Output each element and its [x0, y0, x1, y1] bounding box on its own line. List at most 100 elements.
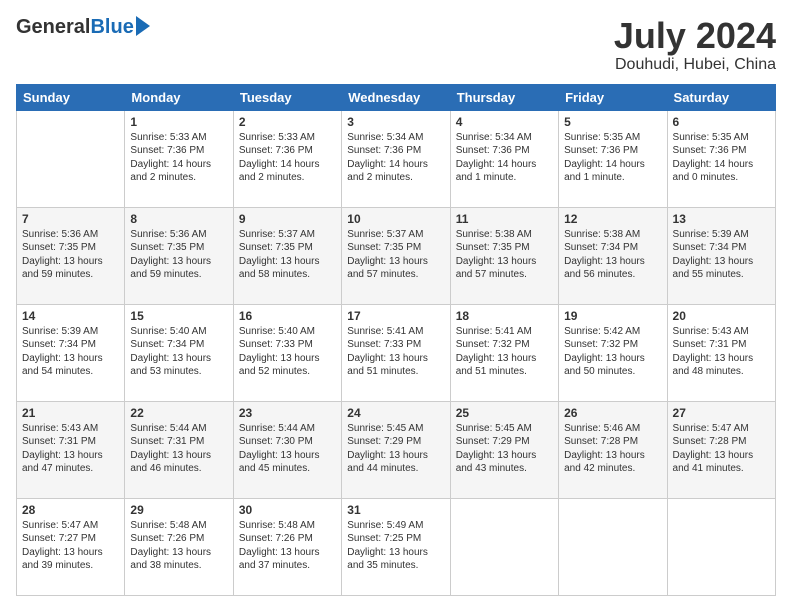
day-number: 23 — [239, 406, 336, 420]
header: General Blue July 2024 Douhudi, Hubei, C… — [16, 16, 776, 74]
day-info: Sunrise: 5:44 AM Sunset: 7:31 PM Dayligh… — [130, 422, 227, 476]
column-header-monday: Monday — [125, 84, 233, 110]
calendar-cell: 15 Sunrise: 5:40 AM Sunset: 7:34 PM Dayli… — [125, 304, 233, 401]
calendar-week-row: 14Sunrise: 5:39 AM Sunset: 7:34 PM Dayli… — [17, 304, 776, 401]
calendar-cell: 27 Sunrise: 5:47 AM Sunset: 7:28 PM Dayli… — [667, 401, 775, 498]
day-info: Sunrise: 5:40 AM Sunset: 7:34 PM Dayligh… — [130, 325, 227, 379]
day-number: 15 — [130, 309, 227, 323]
calendar-week-row: 1 Sunrise: 5:33 AM Sunset: 7:36 PM Daylig… — [17, 110, 776, 207]
calendar-cell: 2Sunrise: 5:33 AM Sunset: 7:36 PM Daylig… — [233, 110, 341, 207]
day-info: Sunrise: 5:48 AM Sunset: 7:26 PM Dayligh… — [239, 519, 336, 573]
day-number: 16 — [239, 309, 336, 323]
day-number: 3 — [347, 115, 444, 129]
calendar-week-row: 21Sunrise: 5:43 AM Sunset: 7:31 PM Dayli… — [17, 401, 776, 498]
day-number: 25 — [456, 406, 553, 420]
day-info: Sunrise: 5:47 AM Sunset: 7:27 PM Dayligh… — [22, 519, 119, 573]
column-header-thursday: Thursday — [450, 84, 558, 110]
day-info: Sunrise: 5:41 AM Sunset: 7:33 PM Dayligh… — [347, 325, 444, 379]
calendar-week-row: 28Sunrise: 5:47 AM Sunset: 7:27 PM Dayli… — [17, 498, 776, 595]
calendar-cell: 19 Sunrise: 5:42 AM Sunset: 7:32 PM Dayli… — [559, 304, 667, 401]
day-number: 27 — [673, 406, 770, 420]
day-info: Sunrise: 5:41 AM Sunset: 7:32 PM Dayligh… — [456, 325, 553, 379]
day-info: Sunrise: 5:44 AM Sunset: 7:30 PM Dayligh… — [239, 422, 336, 476]
day-info: Sunrise: 5:42 AM Sunset: 7:32 PM Dayligh… — [564, 325, 661, 379]
day-info: Sunrise: 5:36 AM Sunset: 7:35 PM Dayligh… — [130, 228, 227, 282]
day-info: Sunrise: 5:37 AM Sunset: 7:35 PM Dayligh… — [347, 228, 444, 282]
calendar-header-row: SundayMondayTuesdayWednesdayThursdayFrid… — [17, 84, 776, 110]
day-info: Sunrise: 5:45 AM Sunset: 7:29 PM Dayligh… — [347, 422, 444, 476]
day-number: 10 — [347, 212, 444, 226]
calendar-cell — [559, 498, 667, 595]
calendar-cell: 26Sunrise: 5:46 AM Sunset: 7:28 PM Dayli… — [559, 401, 667, 498]
day-info: Sunrise: 5:36 AM Sunset: 7:35 PM Dayligh… — [22, 228, 119, 282]
day-info: Sunrise: 5:39 AM Sunset: 7:34 PM Dayligh… — [22, 325, 119, 379]
day-number: 1 — [130, 115, 227, 129]
day-number: 17 — [347, 309, 444, 323]
logo-general-text: General — [16, 16, 90, 39]
calendar-cell: 9Sunrise: 5:37 AM Sunset: 7:35 PM Daylig… — [233, 207, 341, 304]
day-number: 8 — [130, 212, 227, 226]
day-info: Sunrise: 5:43 AM Sunset: 7:31 PM Dayligh… — [673, 325, 770, 379]
calendar-cell: 8 Sunrise: 5:36 AM Sunset: 7:35 PM Daylig… — [125, 207, 233, 304]
day-number: 12 — [564, 212, 661, 226]
location: Douhudi, Hubei, China — [614, 56, 776, 74]
calendar-cell: 16 Sunrise: 5:40 AM Sunset: 7:33 PM Dayli… — [233, 304, 341, 401]
calendar-cell: 5Sunrise: 5:35 AM Sunset: 7:36 PM Daylig… — [559, 110, 667, 207]
day-info: Sunrise: 5:33 AM Sunset: 7:36 PM Dayligh… — [130, 131, 227, 185]
day-number: 5 — [564, 115, 661, 129]
day-info: Sunrise: 5:43 AM Sunset: 7:31 PM Dayligh… — [22, 422, 119, 476]
day-number: 2 — [239, 115, 336, 129]
day-info: Sunrise: 5:38 AM Sunset: 7:35 PM Dayligh… — [456, 228, 553, 282]
logo-blue-text: Blue — [90, 16, 133, 39]
day-number: 22 — [130, 406, 227, 420]
calendar-cell: 21Sunrise: 5:43 AM Sunset: 7:31 PM Dayli… — [17, 401, 125, 498]
day-info: Sunrise: 5:49 AM Sunset: 7:25 PM Dayligh… — [347, 519, 444, 573]
calendar-cell: 1 Sunrise: 5:33 AM Sunset: 7:36 PM Daylig… — [125, 110, 233, 207]
day-info: Sunrise: 5:46 AM Sunset: 7:28 PM Dayligh… — [564, 422, 661, 476]
calendar-cell: 10 Sunrise: 5:37 AM Sunset: 7:35 PM Dayli… — [342, 207, 450, 304]
column-header-tuesday: Tuesday — [233, 84, 341, 110]
calendar-cell: 3 Sunrise: 5:34 AM Sunset: 7:36 PM Daylig… — [342, 110, 450, 207]
calendar-cell: 23 Sunrise: 5:44 AM Sunset: 7:30 PM Dayli… — [233, 401, 341, 498]
day-number: 4 — [456, 115, 553, 129]
day-info: Sunrise: 5:40 AM Sunset: 7:33 PM Dayligh… — [239, 325, 336, 379]
calendar-cell: 12 Sunrise: 5:38 AM Sunset: 7:34 PM Dayli… — [559, 207, 667, 304]
calendar-cell: 11 Sunrise: 5:38 AM Sunset: 7:35 PM Dayli… — [450, 207, 558, 304]
calendar-cell: 24 Sunrise: 5:45 AM Sunset: 7:29 PM Dayli… — [342, 401, 450, 498]
day-number: 19 — [564, 309, 661, 323]
calendar-cell: 6Sunrise: 5:35 AM Sunset: 7:36 PM Daylig… — [667, 110, 775, 207]
day-info: Sunrise: 5:38 AM Sunset: 7:34 PM Dayligh… — [564, 228, 661, 282]
calendar-cell: 31 Sunrise: 5:49 AM Sunset: 7:25 PM Dayli… — [342, 498, 450, 595]
calendar-cell: 14Sunrise: 5:39 AM Sunset: 7:34 PM Dayli… — [17, 304, 125, 401]
title-section: July 2024 Douhudi, Hubei, China — [614, 16, 776, 74]
day-info: Sunrise: 5:48 AM Sunset: 7:26 PM Dayligh… — [130, 519, 227, 573]
day-number: 7 — [22, 212, 119, 226]
day-number: 30 — [239, 503, 336, 517]
day-info: Sunrise: 5:34 AM Sunset: 7:36 PM Dayligh… — [456, 131, 553, 185]
day-info: Sunrise: 5:45 AM Sunset: 7:29 PM Dayligh… — [456, 422, 553, 476]
calendar-week-row: 7 Sunrise: 5:36 AM Sunset: 7:35 PM Daylig… — [17, 207, 776, 304]
logo-arrow-icon — [136, 16, 150, 36]
day-number: 31 — [347, 503, 444, 517]
day-number: 24 — [347, 406, 444, 420]
day-number: 6 — [673, 115, 770, 129]
column-header-friday: Friday — [559, 84, 667, 110]
day-info: Sunrise: 5:34 AM Sunset: 7:36 PM Dayligh… — [347, 131, 444, 185]
calendar-table: SundayMondayTuesdayWednesdayThursdayFrid… — [16, 84, 776, 596]
day-number: 11 — [456, 212, 553, 226]
calendar-cell: 25 Sunrise: 5:45 AM Sunset: 7:29 PM Dayli… — [450, 401, 558, 498]
column-header-sunday: Sunday — [17, 84, 125, 110]
day-info: Sunrise: 5:37 AM Sunset: 7:35 PM Dayligh… — [239, 228, 336, 282]
column-header-saturday: Saturday — [667, 84, 775, 110]
column-header-wednesday: Wednesday — [342, 84, 450, 110]
calendar-cell: 20Sunrise: 5:43 AM Sunset: 7:31 PM Dayli… — [667, 304, 775, 401]
day-number: 13 — [673, 212, 770, 226]
day-number: 18 — [456, 309, 553, 323]
calendar-cell — [17, 110, 125, 207]
calendar-cell — [450, 498, 558, 595]
page: General Blue July 2024 Douhudi, Hubei, C… — [0, 0, 792, 612]
day-info: Sunrise: 5:47 AM Sunset: 7:28 PM Dayligh… — [673, 422, 770, 476]
calendar-cell: 18 Sunrise: 5:41 AM Sunset: 7:32 PM Dayli… — [450, 304, 558, 401]
calendar-cell: 29Sunrise: 5:48 AM Sunset: 7:26 PM Dayli… — [125, 498, 233, 595]
calendar-cell: 30 Sunrise: 5:48 AM Sunset: 7:26 PM Dayli… — [233, 498, 341, 595]
